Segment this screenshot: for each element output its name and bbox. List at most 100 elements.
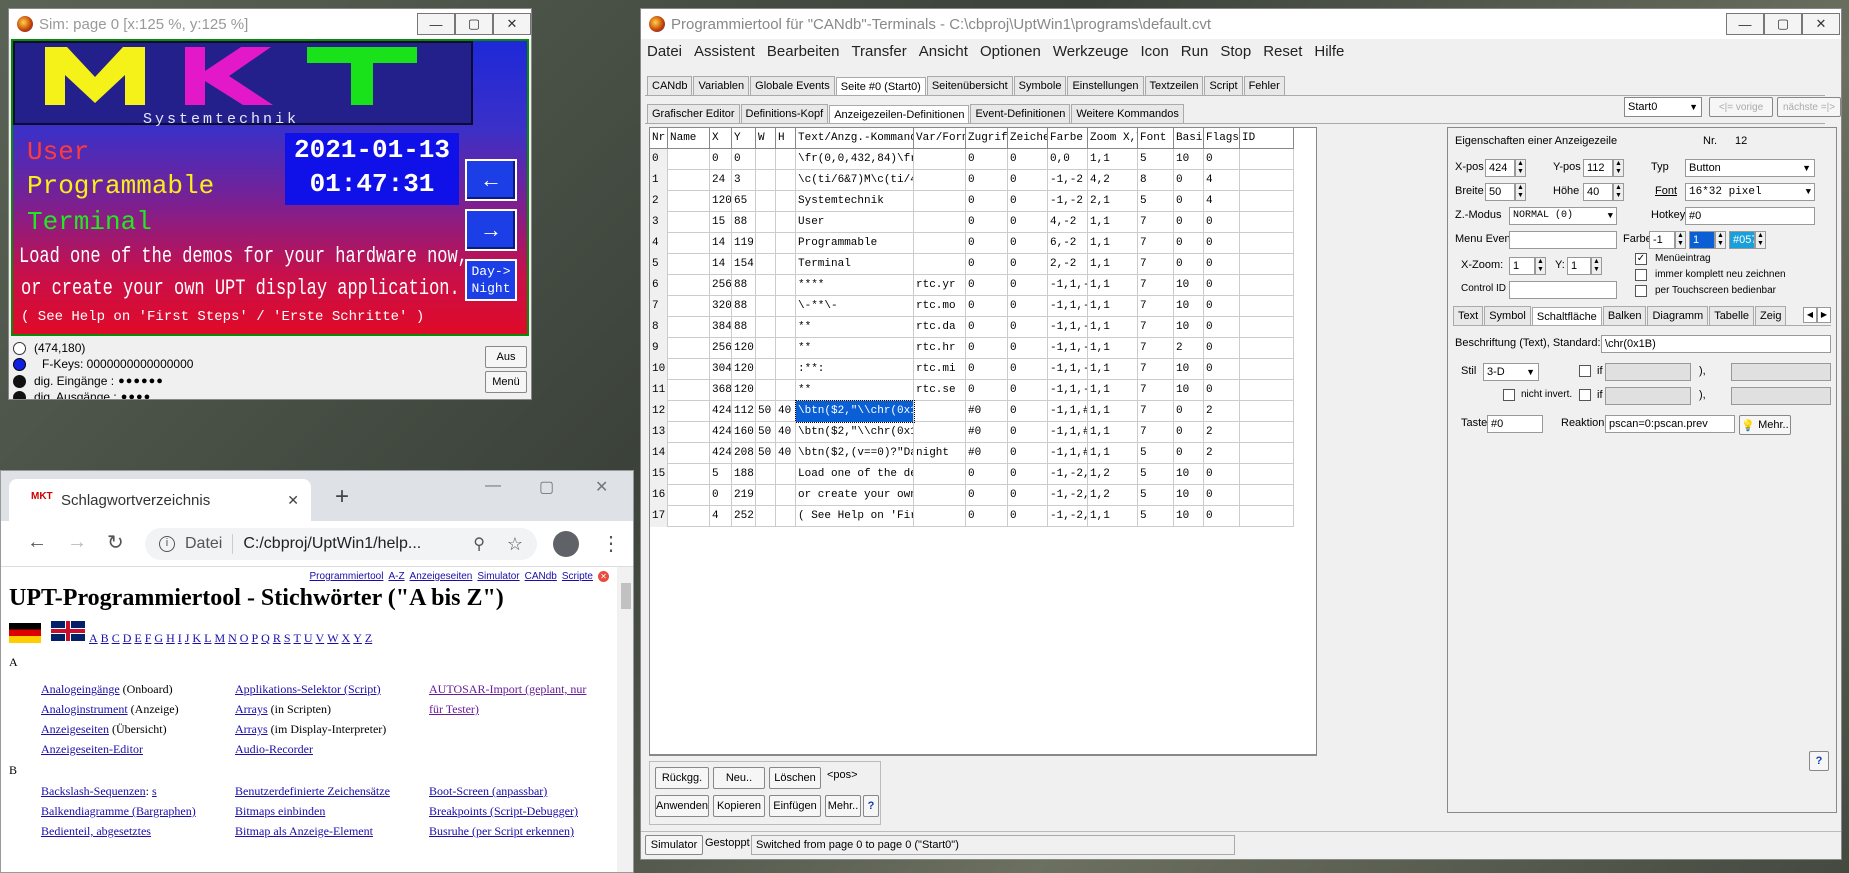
grid-cell[interactable]: 120 (732, 380, 756, 401)
grid-cell[interactable]: 40 (776, 401, 796, 422)
index-link[interactable]: Bitmap als Anzeige-Element (235, 824, 373, 838)
letter-link[interactable]: W (327, 631, 338, 646)
grid-cell[interactable]: 7 (1138, 275, 1174, 296)
grid-cell[interactable]: rtc.hr (914, 338, 966, 359)
grid-cell[interactable] (756, 359, 776, 380)
grid-row[interactable]: 134241605040\btn($2,"\\chr(0x1A)#00-1,1,… (650, 422, 1294, 443)
zoom-icon[interactable]: ⚲ (473, 534, 485, 554)
tab-scroll-right-icon[interactable]: ▶ (1817, 307, 1831, 323)
grid-cell[interactable]: 1 (650, 170, 668, 191)
menuevent-field[interactable] (1509, 231, 1617, 249)
grid-cell[interactable]: ** (796, 317, 914, 338)
grid-cell[interactable] (668, 149, 710, 170)
grid-cell[interactable] (668, 443, 710, 464)
grid-cell[interactable]: 0 (1204, 296, 1240, 317)
letter-link[interactable]: C (112, 631, 120, 646)
grid-cell[interactable] (1240, 422, 1294, 443)
letter-link[interactable]: T (294, 631, 301, 646)
grid-cell[interactable] (756, 212, 776, 233)
grid-cell[interactable]: 5 (1138, 191, 1174, 212)
props-subtab-1[interactable]: Symbol (1484, 306, 1531, 325)
grid-cell[interactable]: 7 (1138, 254, 1174, 275)
grid-row[interactable]: 2 120 65 Systemtechnik 0 0 -1,-2 2,1 5 0 4 (650, 191, 1294, 212)
grid-cell[interactable]: 4 (710, 506, 732, 527)
grid-cell[interactable]: 0 (966, 317, 1008, 338)
grid-cell[interactable]: 1,1 (1088, 506, 1138, 527)
grid-cell[interactable]: -1,1,- (1048, 380, 1088, 401)
grid-cell[interactable]: 256 (710, 338, 732, 359)
grid-cell[interactable] (1240, 254, 1294, 275)
letter-link[interactable]: B (101, 631, 109, 646)
autosar-link-2[interactable]: für Tester) (429, 702, 479, 716)
menu-optionen[interactable]: Optionen (980, 43, 1041, 60)
ypos-spinner[interactable]: ▲ ▼ (1613, 159, 1624, 177)
letter-link[interactable]: A (89, 631, 98, 646)
grid-cell[interactable]: 1,1 (1088, 212, 1138, 233)
grid-cell[interactable]: 0 (1204, 212, 1240, 233)
grid-cell[interactable]: 10 (1174, 485, 1204, 506)
grid-cell[interactable]: 1,1 (1088, 317, 1138, 338)
hoehe-spinner[interactable]: ▲ ▼ (1613, 183, 1624, 201)
if2-checkbox[interactable] (1579, 389, 1591, 401)
letter-link[interactable]: Z (365, 631, 372, 646)
grid-cell[interactable] (1240, 485, 1294, 506)
grid-cell[interactable]: 50 (756, 443, 776, 464)
grid-cell[interactable]: 15 (710, 212, 732, 233)
grid-cell[interactable]: 4,2 (1088, 170, 1138, 191)
grid-cell[interactable]: 0 (1008, 317, 1048, 338)
index-link[interactable]: Balkendiagramme (Bargraphen) (41, 804, 196, 818)
grid-cell[interactable]: 0 (1174, 170, 1204, 191)
letter-link[interactable]: I (178, 631, 182, 646)
grid-cell[interactable]: 0 (1008, 359, 1048, 380)
grid-cell[interactable] (914, 506, 966, 527)
grid-cell[interactable] (914, 422, 966, 443)
grid-cell[interactable]: 4,-2 (1048, 212, 1088, 233)
grid-cell[interactable]: 0 (1008, 401, 1048, 422)
day-night-button[interactable]: Day-> Night (465, 259, 517, 301)
grid-cell[interactable] (668, 464, 710, 485)
grid-cell[interactable]: 7 (1138, 401, 1174, 422)
grid-cell[interactable]: 9 (650, 338, 668, 359)
simulator-status-button[interactable]: Simulator (645, 835, 703, 855)
grid-cell[interactable]: 1,1 (1088, 359, 1138, 380)
ypos-field[interactable]: 112 (1583, 159, 1613, 177)
grid-cell[interactable] (1240, 464, 1294, 485)
grid-cell[interactable] (668, 317, 710, 338)
grid-cell[interactable] (776, 149, 796, 170)
grid-cell[interactable]: Terminal (796, 254, 914, 275)
reload-icon[interactable]: ↻ (107, 530, 124, 555)
grid-row[interactable]: 11 368 120 ** rtc.se 0 0 -1,1,- 1,1 7 10 0 (650, 380, 1294, 401)
grid-cell[interactable]: 2 (1204, 401, 1240, 422)
subtab-0[interactable]: Grafischer Editor (647, 104, 740, 123)
grid-cell[interactable]: 0 (1174, 422, 1204, 443)
grid-cell[interactable]: 12 (650, 401, 668, 422)
grid-row[interactable]: 4 14 119 Programmable 0 0 6,-2 1,1 7 0 0 (650, 233, 1294, 254)
grid-cell[interactable]: 4 (1204, 191, 1240, 212)
star-icon[interactable]: ☆ (507, 534, 523, 555)
grid-cell[interactable]: 8 (1138, 170, 1174, 191)
grid-cell[interactable]: 2 (1204, 443, 1240, 464)
grid-cell[interactable]: 0 (710, 149, 732, 170)
grid-cell[interactable] (756, 338, 776, 359)
letter-link[interactable]: X (342, 631, 351, 646)
index-link[interactable]: Benutzerdefinierte Zeichensätze (235, 784, 390, 798)
grid-cell[interactable]: 7 (1138, 233, 1174, 254)
grid-cell[interactable]: 1,2 (1088, 464, 1138, 485)
prev-page-button[interactable]: <|= vorige (1709, 97, 1773, 117)
letter-link[interactable]: Y (353, 631, 362, 646)
close-tab-icon[interactable]: ✕ (287, 492, 299, 509)
grid-cell[interactable]: 0 (966, 191, 1008, 212)
top-link[interactable]: Simulator (477, 571, 519, 582)
grid-cell[interactable]: 0 (966, 380, 1008, 401)
grid-cell[interactable] (756, 317, 776, 338)
grid-cell[interactable]: 24 (710, 170, 732, 191)
subtab-2[interactable]: Anzeigezeilen-Definitionen (829, 105, 970, 124)
grid-cell[interactable]: 0 (1008, 422, 1048, 443)
grid-cell[interactable] (668, 275, 710, 296)
index-link[interactable]: Applikations-Selektor (Script) (235, 682, 381, 696)
grid-cell[interactable]: 2,1 (1088, 191, 1138, 212)
index-link[interactable]: Audio-Recorder (235, 742, 313, 756)
grid-cell[interactable]: night (914, 443, 966, 464)
grid-cell[interactable] (1240, 191, 1294, 212)
grid-cell[interactable]: 0 (966, 359, 1008, 380)
